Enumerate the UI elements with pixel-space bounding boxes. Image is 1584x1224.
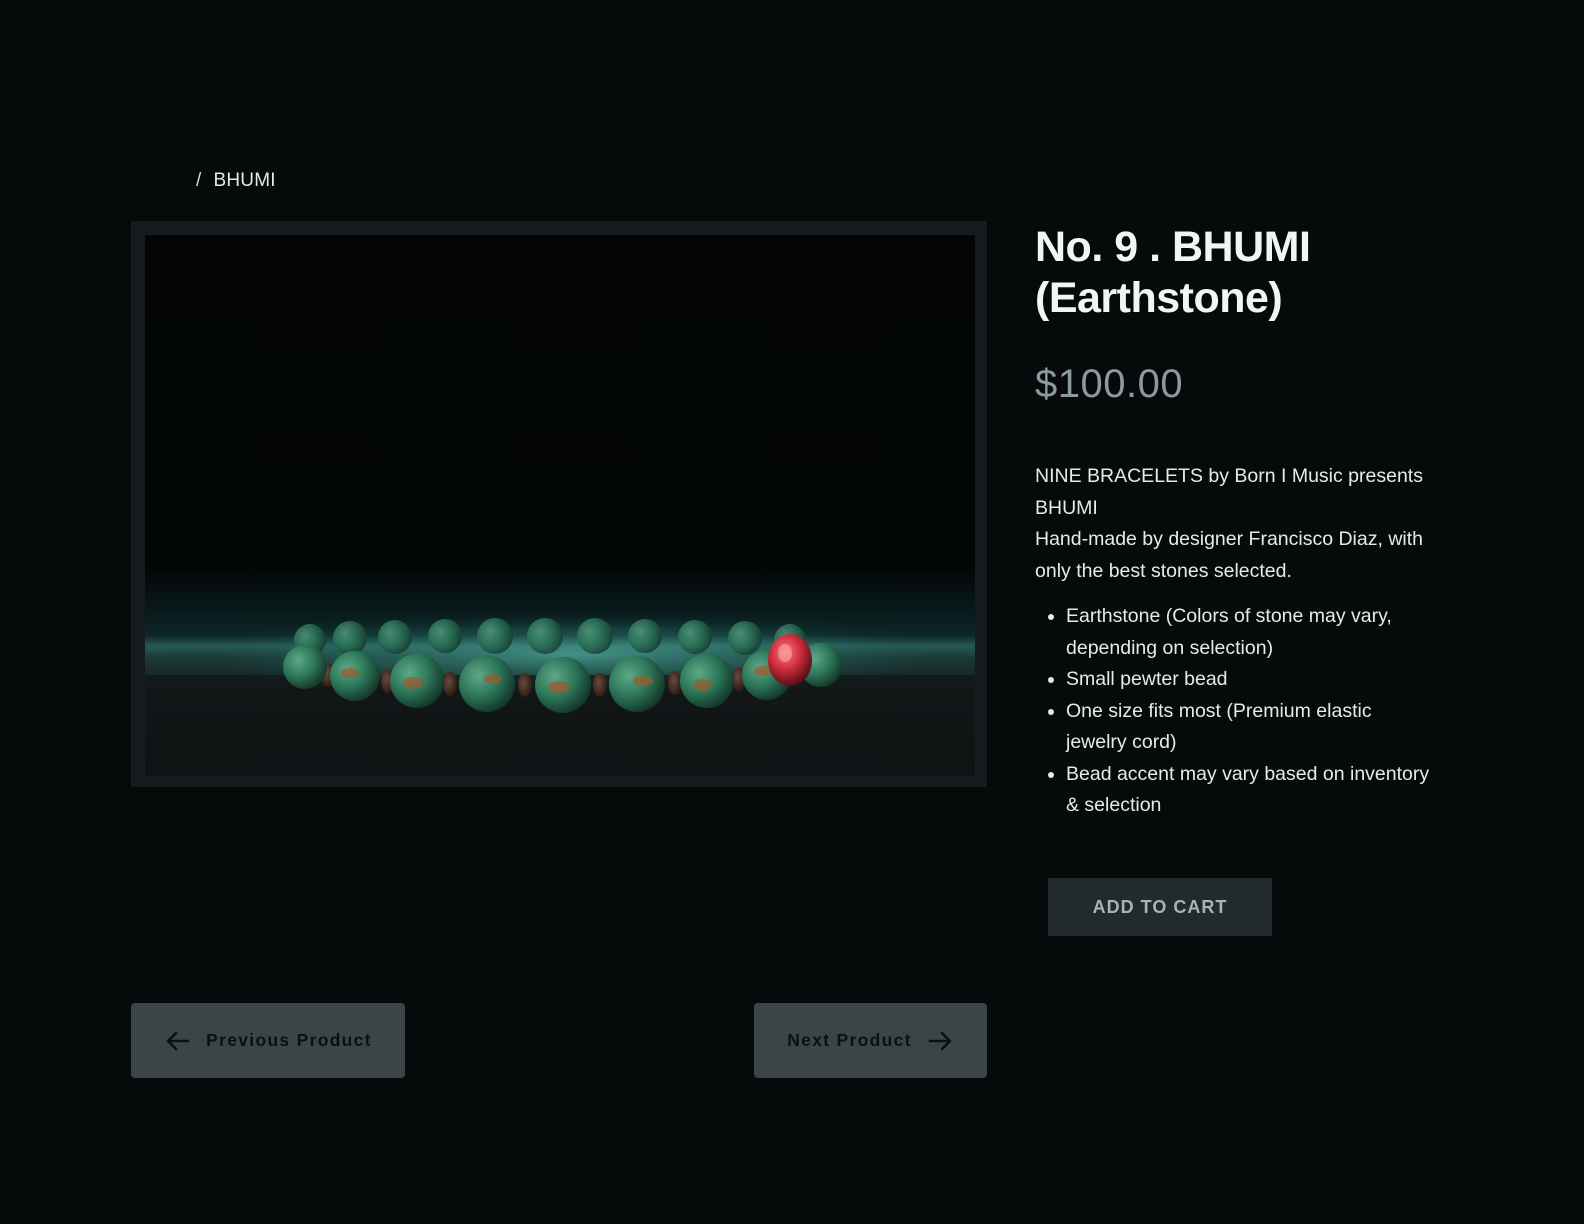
next-product-label: Next Product	[787, 1030, 912, 1050]
feature-item: One size fits most (Premium elastic jewe…	[1066, 696, 1435, 759]
feature-item: Earthstone (Colors of stone may vary, de…	[1066, 601, 1435, 664]
next-product-button[interactable]: Next Product	[754, 1003, 987, 1078]
product-title: No. 9 . BHUMI (Earthstone)	[1035, 223, 1311, 322]
arrow-right-icon	[928, 1030, 954, 1052]
previous-product-button[interactable]: Previous Product	[131, 1003, 405, 1078]
breadcrumb-current[interactable]: BHUMI	[213, 170, 275, 192]
description-line: Hand-made by designer Francisco Diaz, wi…	[1035, 528, 1424, 582]
feature-item: Bead accent may vary based on inventory …	[1066, 759, 1435, 822]
breadcrumb-separator: /	[196, 170, 202, 191]
product-price: $100.00	[1035, 362, 1184, 406]
product-image[interactable]	[145, 235, 975, 776]
description-line: NINE BRACELETS by Born I Music presents …	[1035, 465, 1423, 519]
arrow-left-icon	[164, 1030, 190, 1052]
add-to-cart-button[interactable]: ADD TO CART	[1048, 878, 1272, 936]
previous-product-label: Previous Product	[206, 1030, 372, 1050]
breadcrumb: / BHUMI	[196, 170, 276, 192]
product-features-list: Earthstone (Colors of stone may vary, de…	[1035, 601, 1435, 822]
product-image-frame	[131, 221, 987, 787]
product-description: NINE BRACELETS by Born I Music presents …	[1035, 461, 1435, 587]
feature-item: Small pewter bead	[1066, 664, 1435, 696]
bracelet-photo	[145, 235, 975, 776]
